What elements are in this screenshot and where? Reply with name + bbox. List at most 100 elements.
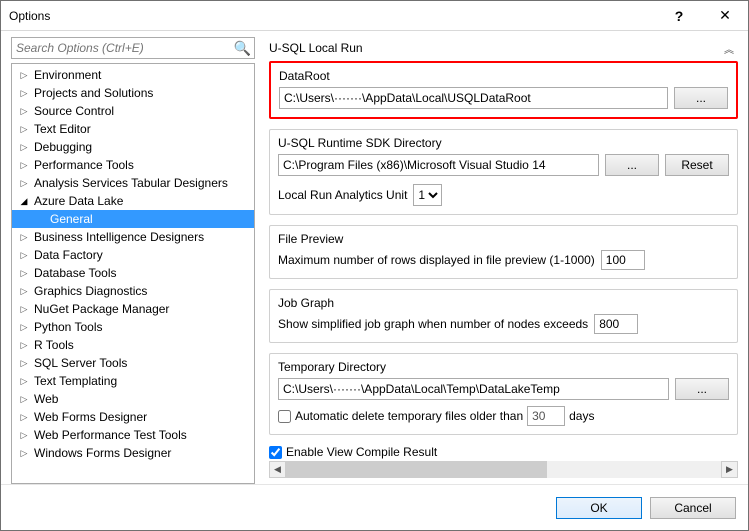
tree-item-business-intelligence-designers[interactable]: ▷Business Intelligence Designers (12, 228, 254, 246)
tree-item-label: Web (30, 392, 58, 406)
tree-item-azure-data-lake[interactable]: ◢Azure Data Lake (12, 192, 254, 210)
tree-item-label: General (46, 212, 254, 226)
chevron-right-icon[interactable]: ▷ (18, 160, 30, 171)
tree-item-web-performance-test-tools[interactable]: ▷Web Performance Test Tools (12, 426, 254, 444)
tree-item-windows-forms-designer[interactable]: ▷Windows Forms Designer (12, 444, 254, 462)
auto-delete-checkbox[interactable] (278, 410, 291, 423)
tree-item-label: NuGet Package Manager (30, 302, 169, 316)
job-graph-title: Job Graph (278, 296, 729, 310)
auto-delete-label-pre: Automatic delete temporary files older t… (295, 409, 523, 423)
chevron-right-icon[interactable]: ▷ (18, 376, 30, 387)
job-graph-label: Show simplified job graph when number of… (278, 317, 588, 331)
tree-item-label: Business Intelligence Designers (30, 230, 204, 244)
chevron-right-icon[interactable]: ▷ (18, 106, 30, 117)
chevron-right-icon[interactable]: ▷ (18, 322, 30, 333)
section-header[interactable]: U-SQL Local Run ︽ (269, 39, 738, 57)
chevron-right-icon[interactable]: ▷ (18, 70, 30, 81)
tree-item-label: Windows Forms Designer (30, 446, 171, 460)
temp-dir-input[interactable] (278, 378, 669, 400)
tree-item-nuget-package-manager[interactable]: ▷NuGet Package Manager (12, 300, 254, 318)
tree-item-database-tools[interactable]: ▷Database Tools (12, 264, 254, 282)
chevron-right-icon[interactable]: ▷ (18, 250, 30, 261)
tree-item-general[interactable]: General (12, 210, 254, 228)
tree-item-text-templating[interactable]: ▷Text Templating (12, 372, 254, 390)
runtime-group: U-SQL Runtime SDK Directory ... Reset Lo… (269, 129, 738, 215)
settings-panel: U-SQL Local Run ︽ DataRoot ... U-SQL Run… (269, 37, 738, 484)
search-input[interactable] (11, 37, 255, 59)
job-graph-input[interactable] (594, 314, 638, 334)
window-title: Options (9, 9, 656, 23)
temp-dir-title: Temporary Directory (278, 360, 729, 374)
dataroot-browse-button[interactable]: ... (674, 87, 728, 109)
scroll-left-icon[interactable]: ◀ (269, 461, 286, 478)
tree-item-performance-tools[interactable]: ▷Performance Tools (12, 156, 254, 174)
chevron-right-icon[interactable]: ▷ (18, 232, 30, 243)
preview-rows-input[interactable] (601, 250, 645, 270)
tree-item-label: SQL Server Tools (30, 356, 127, 370)
chevron-down-icon[interactable]: ◢ (18, 196, 30, 207)
dialog-footer: OK Cancel (1, 484, 748, 530)
chevron-right-icon[interactable]: ▷ (18, 430, 30, 441)
preview-rows-label: Maximum number of rows displayed in file… (278, 253, 595, 267)
tree-item-label: Analysis Services Tabular Designers (30, 176, 228, 190)
tree-item-label: R Tools (30, 338, 74, 352)
chevron-right-icon[interactable]: ▷ (18, 286, 30, 297)
tree-item-text-editor[interactable]: ▷Text Editor (12, 120, 254, 138)
dataroot-input[interactable] (279, 87, 668, 109)
ok-button[interactable]: OK (556, 497, 642, 519)
tree-item-source-control[interactable]: ▷Source Control (12, 102, 254, 120)
tree-item-label: Web Forms Designer (30, 410, 147, 424)
scroll-thumb[interactable] (286, 461, 547, 478)
runtime-reset-button[interactable]: Reset (665, 154, 729, 176)
horizontal-scrollbar[interactable]: ◀ ▶ (269, 461, 738, 478)
dataroot-group: DataRoot ... (269, 61, 738, 119)
tree-item-projects-and-solutions[interactable]: ▷Projects and Solutions (12, 84, 254, 102)
chevron-right-icon[interactable]: ▷ (18, 268, 30, 279)
chevron-right-icon[interactable]: ▷ (18, 412, 30, 423)
tree-item-label: Graphics Diagnostics (30, 284, 147, 298)
auto-delete-label-post: days (569, 409, 594, 423)
chevron-up-icon: ︽ (724, 41, 738, 56)
tree-item-graphics-diagnostics[interactable]: ▷Graphics Diagnostics (12, 282, 254, 300)
tree-item-label: Azure Data Lake (30, 194, 123, 208)
chevron-right-icon[interactable]: ▷ (18, 340, 30, 351)
tree-item-label: Performance Tools (30, 158, 134, 172)
temp-dir-browse-button[interactable]: ... (675, 378, 729, 400)
options-tree[interactable]: ▷Environment▷Projects and Solutions▷Sour… (11, 63, 255, 484)
auto-delete-days-input[interactable] (527, 406, 565, 426)
tree-item-label: Debugging (30, 140, 92, 154)
tree-item-python-tools[interactable]: ▷Python Tools (12, 318, 254, 336)
tree-item-debugging[interactable]: ▷Debugging (12, 138, 254, 156)
tree-item-sql-server-tools[interactable]: ▷SQL Server Tools (12, 354, 254, 372)
cancel-button[interactable]: Cancel (650, 497, 736, 519)
help-button[interactable]: ? (656, 1, 702, 31)
chevron-right-icon[interactable]: ▷ (18, 304, 30, 315)
tree-item-label: Database Tools (30, 266, 117, 280)
tree-item-web[interactable]: ▷Web (12, 390, 254, 408)
enable-compile-checkbox[interactable] (269, 446, 282, 459)
tree-item-web-forms-designer[interactable]: ▷Web Forms Designer (12, 408, 254, 426)
chevron-right-icon[interactable]: ▷ (18, 448, 30, 459)
tree-item-environment[interactable]: ▷Environment (12, 66, 254, 84)
dataroot-label: DataRoot (279, 69, 728, 83)
runtime-browse-button[interactable]: ... (605, 154, 659, 176)
analytics-unit-select[interactable]: 1 (413, 184, 442, 206)
analytics-unit-label: Local Run Analytics Unit (278, 188, 407, 202)
enable-compile-label: Enable View Compile Result (286, 445, 437, 459)
tree-item-data-factory[interactable]: ▷Data Factory (12, 246, 254, 264)
chevron-right-icon[interactable]: ▷ (18, 142, 30, 153)
chevron-right-icon[interactable]: ▷ (18, 394, 30, 405)
scroll-track[interactable] (286, 461, 721, 478)
tree-item-label: Text Editor (30, 122, 91, 136)
tree-item-analysis-services-tabular-designers[interactable]: ▷Analysis Services Tabular Designers (12, 174, 254, 192)
runtime-input[interactable] (278, 154, 599, 176)
chevron-right-icon[interactable]: ▷ (18, 88, 30, 99)
close-button[interactable]: ✕ (702, 1, 748, 31)
chevron-right-icon[interactable]: ▷ (18, 124, 30, 135)
chevron-right-icon[interactable]: ▷ (18, 358, 30, 369)
scroll-right-icon[interactable]: ▶ (721, 461, 738, 478)
tree-item-r-tools[interactable]: ▷R Tools (12, 336, 254, 354)
tree-item-label: Source Control (30, 104, 114, 118)
file-preview-group: File Preview Maximum number of rows disp… (269, 225, 738, 279)
chevron-right-icon[interactable]: ▷ (18, 178, 30, 189)
